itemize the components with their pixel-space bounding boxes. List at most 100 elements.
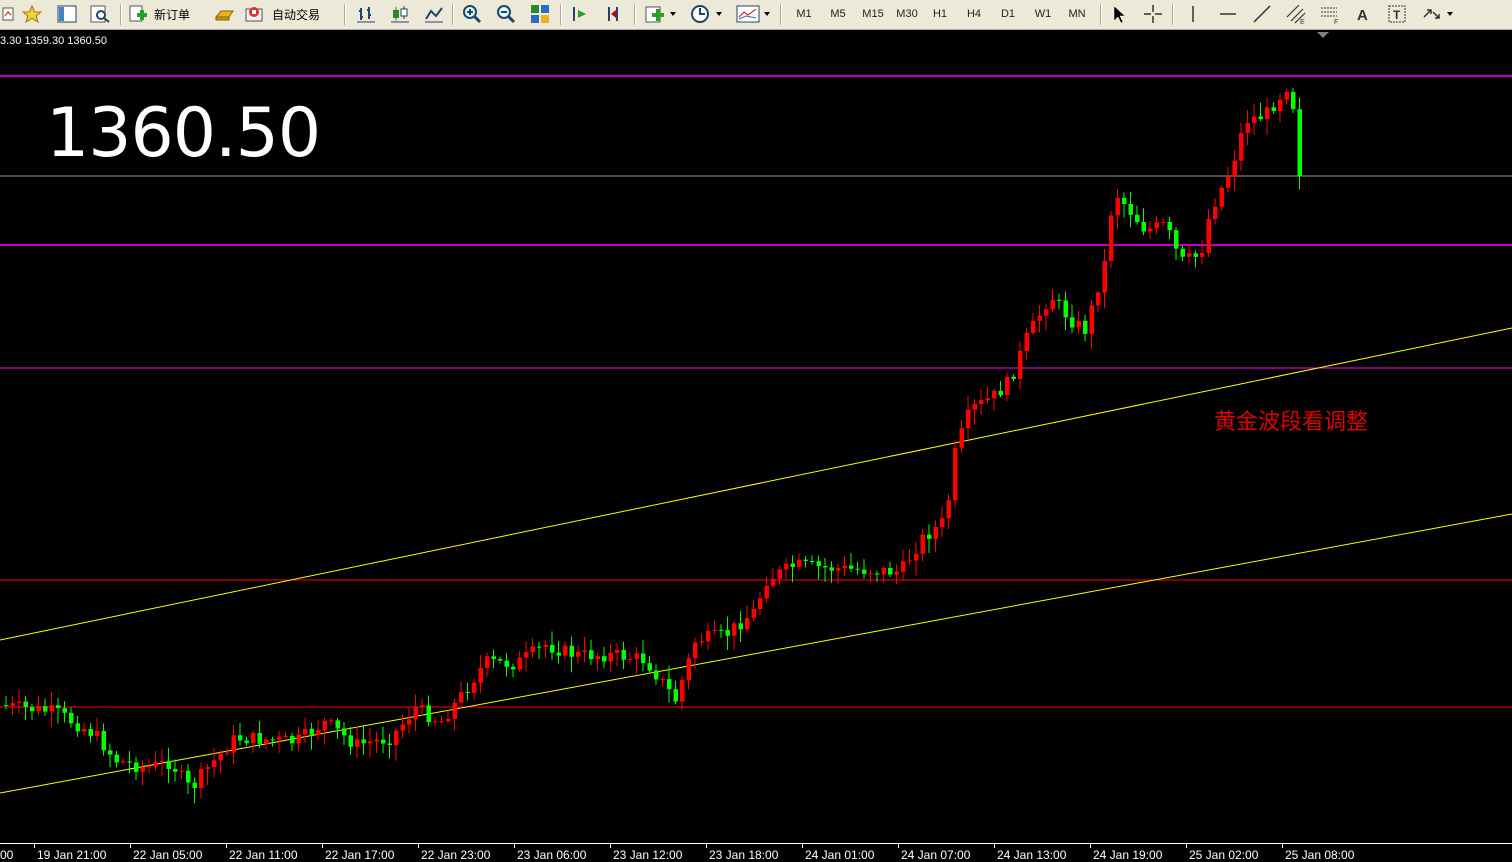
zoom-out-icon[interactable]	[494, 3, 518, 25]
candle-body	[485, 656, 490, 668]
indicators-button[interactable]	[642, 3, 680, 25]
time-tick	[802, 844, 803, 848]
current-price-label: 1360.50	[46, 94, 321, 173]
candle-body	[257, 733, 262, 744]
candle-body	[1044, 309, 1049, 316]
timeframe-m1[interactable]: M1	[790, 3, 818, 25]
time-tick	[514, 844, 515, 848]
candle-body	[199, 769, 204, 788]
toolbar-separator	[560, 4, 562, 25]
timeframe-h1[interactable]: H1	[926, 3, 954, 25]
candle-body	[1096, 292, 1101, 306]
candle-body	[751, 609, 756, 619]
candle-body	[296, 734, 301, 744]
chart-annotation[interactable]: 黄金波段看调整	[1214, 404, 1368, 436]
trendline-icon[interactable]	[1250, 3, 1274, 25]
new-order-button[interactable]: 新订单	[128, 3, 204, 25]
candle-body	[498, 659, 503, 661]
time-label: 19 Jan 21:00	[37, 848, 107, 862]
timeframe-m5[interactable]: M5	[824, 3, 852, 25]
chart-shift-icon[interactable]	[568, 3, 592, 25]
line-chart-icon[interactable]	[422, 3, 446, 25]
time-label: 23 Jan 18:00	[709, 848, 779, 862]
candle-body	[277, 736, 282, 740]
auto-trading-label: 自动交易	[272, 7, 321, 22]
candle-body	[121, 761, 126, 763]
candle-body	[946, 500, 951, 519]
timeframe-w1[interactable]: W1	[1028, 3, 1058, 25]
candle-body	[179, 770, 184, 772]
equidistant-channel-icon[interactable]: E	[1284, 3, 1308, 25]
candle-body	[1024, 332, 1029, 351]
auto-trading-button[interactable]: 自动交易	[244, 3, 336, 25]
candle-body	[686, 658, 691, 680]
arrows-icon	[1423, 9, 1453, 19]
text-icon[interactable]: A	[1352, 3, 1374, 25]
candle-body	[1226, 176, 1231, 188]
toolbar-separator	[1172, 4, 1174, 25]
time-label: 23 Jan 06:00	[517, 848, 587, 862]
candle-body	[556, 652, 561, 656]
timeframe-m15[interactable]: M15	[858, 3, 888, 25]
bar-chart-icon[interactable]	[354, 3, 378, 25]
candle-body	[218, 753, 223, 761]
time-label: 25 Jan 08:00	[1285, 848, 1355, 862]
templates-button[interactable]	[734, 3, 774, 25]
candle-body	[1102, 260, 1107, 293]
time-tick	[34, 844, 35, 848]
candle-body	[1284, 91, 1289, 100]
candle-body	[465, 692, 470, 694]
candle-body	[160, 760, 165, 762]
time-tick	[130, 844, 131, 848]
candle-body	[4, 705, 9, 706]
time-tick	[1090, 844, 1091, 848]
candle-body	[283, 735, 288, 737]
zoom-in-icon[interactable]	[460, 3, 484, 25]
navigator-icon[interactable]	[88, 3, 112, 25]
candle-body	[836, 568, 841, 571]
periods-button[interactable]	[688, 3, 726, 25]
cursor-icon[interactable]	[1108, 3, 1130, 25]
chart-shift-marker[interactable]	[1316, 31, 1330, 39]
horizontal-line-icon[interactable]	[1216, 3, 1240, 25]
vertical-line-icon[interactable]	[1182, 3, 1204, 25]
candle-body	[1141, 221, 1146, 232]
favorites-icon[interactable]	[20, 3, 44, 25]
timeframe-d1[interactable]: D1	[994, 3, 1022, 25]
time-tick	[1186, 844, 1187, 848]
candle-body	[290, 735, 295, 744]
time-label: 25 Jan 02:00	[1189, 848, 1259, 862]
candle-body	[530, 646, 535, 653]
text-label-icon[interactable]: T	[1386, 3, 1408, 25]
candle-body	[953, 447, 958, 501]
profiles-icon[interactable]	[55, 3, 79, 25]
candle-body	[166, 760, 171, 770]
candle-body	[348, 735, 353, 747]
candle-body	[244, 740, 249, 744]
time-axis: 00 19 Jan 21:00 22 Jan 05:00 22 Jan 11:0…	[0, 843, 1512, 862]
tile-windows-icon[interactable]	[528, 3, 552, 25]
candle-body	[881, 568, 886, 575]
indicators-icon	[645, 6, 676, 23]
arrows-button[interactable]	[1420, 3, 1456, 25]
candle-body	[82, 729, 87, 732]
candle-body	[62, 708, 67, 713]
autoscroll-icon[interactable]	[602, 3, 626, 25]
candle-body	[745, 618, 750, 630]
candle-body	[504, 660, 509, 667]
fibonacci-icon[interactable]: F	[1318, 3, 1342, 25]
new-chart-icon[interactable]	[2, 3, 14, 25]
candle-body	[134, 762, 139, 772]
timeframe-m30[interactable]: M30	[892, 3, 922, 25]
candle-body	[998, 390, 1003, 396]
candle-body	[862, 569, 867, 574]
time-label: 23 Jan 12:00	[613, 848, 683, 862]
gold-bar-icon[interactable]	[212, 3, 236, 25]
candle-body	[17, 701, 22, 704]
candle-body	[803, 559, 808, 562]
timeframe-mn[interactable]: MN	[1062, 3, 1092, 25]
candle-body	[69, 712, 74, 724]
crosshair-icon[interactable]	[1142, 3, 1164, 25]
candlestick-icon[interactable]	[388, 3, 412, 25]
timeframe-h4[interactable]: H4	[960, 3, 988, 25]
